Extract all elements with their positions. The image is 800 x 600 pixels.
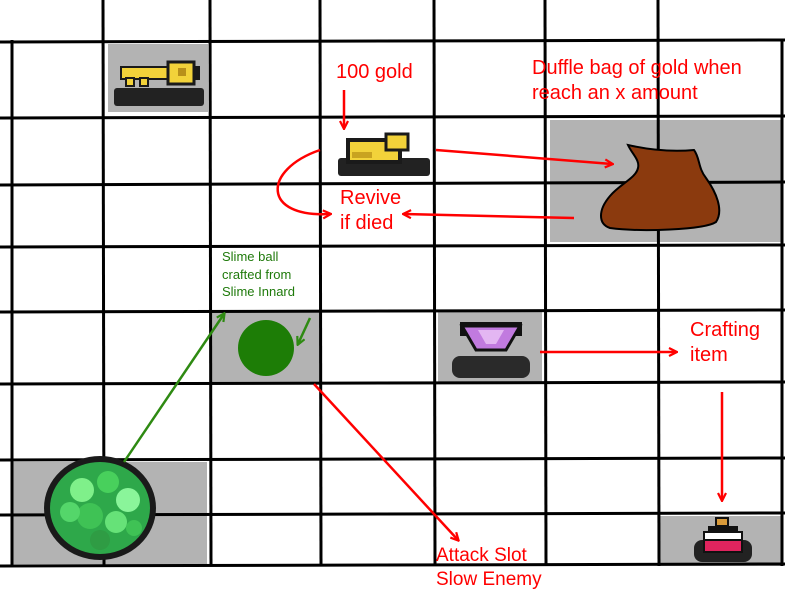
label-crafting-line2: item — [690, 344, 728, 366]
label-revive-line2: if died — [340, 212, 394, 234]
label-attack-slot: Attack Slot Slow Enemy — [436, 544, 542, 592]
label-100-gold: 100 gold — [336, 61, 413, 83]
arrow-slime-to-attack — [313, 383, 458, 540]
label-duffle-line1: Duffle bag of gold when — [532, 57, 742, 79]
label-duffle-line2: reach an x amount — [532, 82, 698, 104]
label-revive: Revive if died — [340, 186, 401, 236]
label-slime-line2: crafted from — [222, 266, 292, 282]
label-attack-line2: Slow Enemy — [436, 568, 542, 590]
label-slime-ball: Slime ball crafted from Slime Innard — [222, 248, 295, 301]
label-revive-line1: Revive — [340, 187, 402, 209]
label-crafting-item: Crafting item — [690, 318, 760, 368]
label-crafting-line1: Crafting — [690, 319, 761, 341]
gold-pile-icon[interactable] — [338, 132, 430, 176]
slime-innard-icon[interactable] — [44, 456, 156, 560]
slime-ball-icon[interactable] — [238, 320, 294, 376]
label-slime-line1: Slime ball — [222, 249, 279, 264]
label-slime-line3: Slime Innard — [222, 284, 295, 300]
arrow-bag-to-revive — [404, 214, 575, 220]
label-attack-line1: Attack Slot — [436, 545, 527, 566]
label-duffle-bag: Duffle bag of gold when reach an x amoun… — [532, 56, 742, 106]
arrow-innard-to-slime — [122, 314, 224, 463]
arrow-gold-curve-revive — [276, 148, 330, 214]
